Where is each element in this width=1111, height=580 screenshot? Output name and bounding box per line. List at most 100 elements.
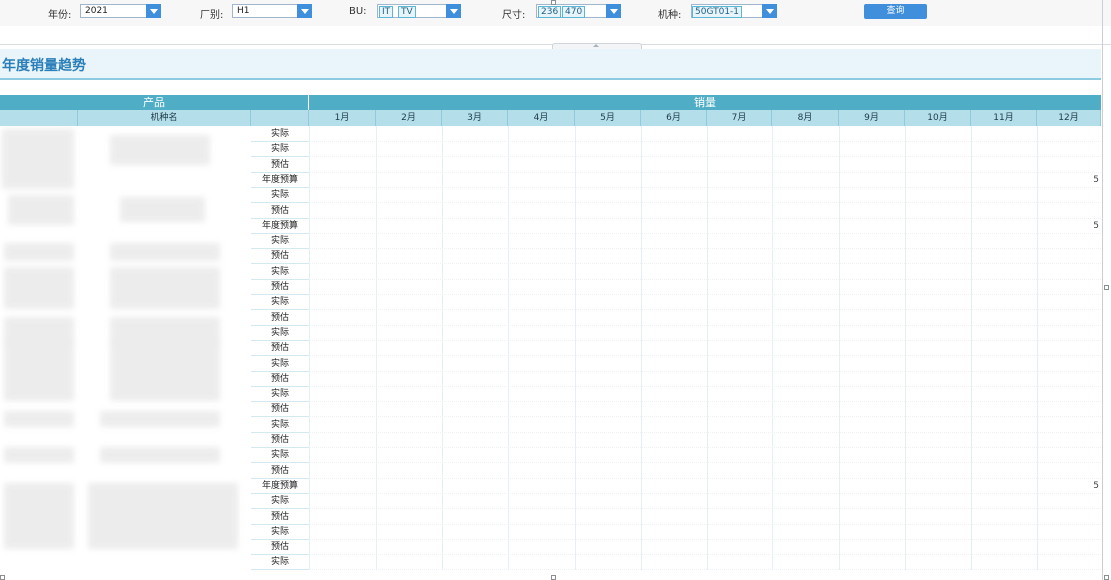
bu-dropdown-arrow-icon[interactable] [446,4,461,18]
redacted-block [4,411,74,427]
row-divider [309,202,1101,204]
row-type-cell: 预估 [251,433,309,448]
column-divider [1037,126,1038,570]
row-type-cell: 实际 [251,295,309,311]
month-header-2: 2月 [376,110,442,126]
row-type-cell: 实际 [251,326,309,341]
row-divider [309,462,1101,464]
redacted-block [4,243,74,261]
budget-trailing-value: 5 [1093,174,1099,185]
row-type-cell: 实际 [251,555,309,570]
row-divider [309,569,1101,570]
row-type-cell: 实际 [251,387,309,403]
row-divider [309,232,1101,235]
row-divider [309,217,1101,220]
column-divider [442,126,443,570]
size-label: 尺寸: [502,10,526,21]
row-type-cell: 年度预算 [251,479,309,494]
budget-trailing-value: 5 [1093,220,1099,231]
row-divider [309,523,1101,526]
column-divider [376,126,377,570]
bu-tag-tv[interactable]: TV [398,6,416,18]
column-divider [508,126,509,570]
row-divider [309,171,1101,174]
column-divider [309,126,310,570]
model-dropdown-arrow-icon[interactable] [762,4,777,18]
row-divider [309,447,1101,449]
redacted-block [4,317,74,343]
redacted-block [100,447,220,463]
resize-handle-icon[interactable] [1104,575,1109,580]
row-type-cell: 实际 [251,448,309,464]
redacted-block [4,341,74,401]
row-divider [309,385,1101,388]
row-divider [309,339,1101,342]
section-title: 年度销量趋势 [2,58,86,74]
redacted-block [8,195,74,225]
month-header-7: 7月 [707,110,772,126]
row-divider [309,141,1101,143]
redacted-block [120,197,205,222]
resize-handle-icon[interactable] [0,575,5,580]
resize-handle-icon[interactable] [551,575,556,580]
bu-tag-it[interactable]: IT [379,6,394,18]
model-select[interactable]: 50GT01-1 [691,4,777,18]
row-divider [309,370,1101,373]
row-type-cell: 实际 [251,525,309,540]
size-tag-470[interactable]: 470 [562,6,586,18]
column-divider [707,126,708,570]
row-divider [309,554,1101,556]
row-divider [309,401,1101,403]
row-divider [309,324,1101,327]
row-divider [309,294,1101,296]
row-type-cell: 年度预算 [251,219,309,234]
year-dropdown-arrow-icon[interactable] [146,4,161,18]
year-label: 年份: [48,10,72,21]
redacted-block [2,129,74,189]
row-type-cell: 实际 [251,494,309,510]
resize-handle-icon[interactable] [551,0,556,5]
row-divider [309,508,1101,510]
year-value: 2021 [85,6,108,16]
month-header-6: 6月 [641,110,707,126]
redacted-block [4,447,74,463]
redacted-block [110,341,220,401]
row-type-cell: 预估 [251,204,309,219]
size-dropdown-arrow-icon[interactable] [606,4,621,18]
row-divider [309,248,1101,250]
model-label: 机种: [658,10,682,21]
row-divider [309,431,1101,434]
redacted-block [110,317,220,343]
redacted-block [110,243,220,261]
row-type-cell: 预估 [251,280,309,295]
blurred-header-cell [0,110,78,126]
size-tag-236[interactable]: 236 [538,6,562,18]
row-divider [309,477,1101,480]
column-divider [839,126,840,570]
month-header-3: 3月 [442,110,508,126]
factory-dropdown-arrow-icon[interactable] [297,4,312,18]
month-header-10: 10月 [905,110,971,126]
row-divider [309,156,1101,158]
panel-right-border [1102,0,1103,580]
month-header-8: 8月 [772,110,839,126]
redacted-block [4,483,74,549]
sales-group-header: 销量 [309,95,1101,110]
model-value: 50GT01-1 [692,6,743,18]
row-divider [309,186,1101,189]
row-type-cell: 预估 [251,311,309,326]
row-type-cell: 实际 [251,127,309,142]
factory-label: 厂别: [200,10,224,21]
factory-select[interactable]: H1 [232,4,312,18]
row-type-cell: 预估 [251,464,309,479]
bu-select[interactable]: IT TV [377,4,461,18]
product-group-header: 产品 [0,95,308,110]
column-divider [905,126,906,570]
month-header-5: 5月 [575,110,641,126]
query-button[interactable]: 查询 [864,4,927,19]
size-select[interactable]: 236 470 [536,4,621,18]
year-select[interactable]: 2021 [80,4,161,18]
month-header-1: 1月 [309,110,376,126]
row-type-cell: 实际 [251,188,309,204]
resize-handle-icon[interactable] [1104,285,1109,290]
